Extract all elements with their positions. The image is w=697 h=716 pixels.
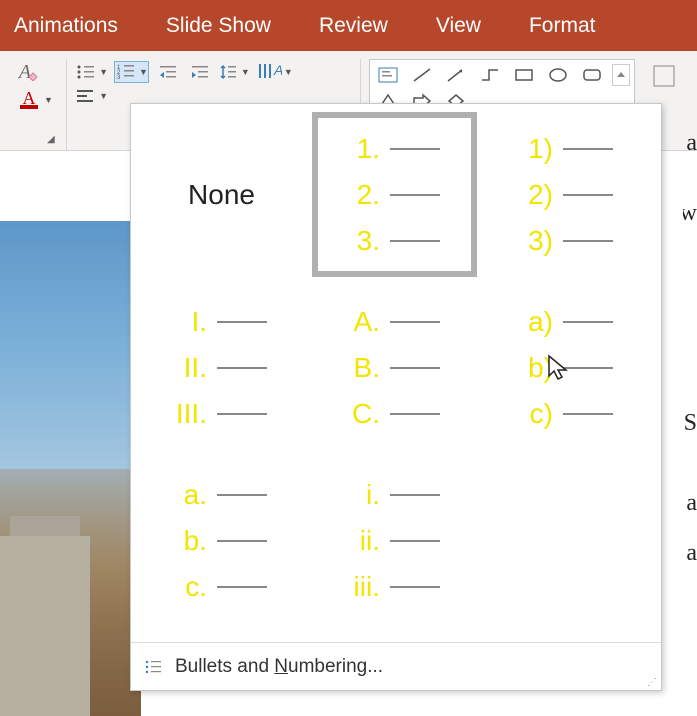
text-direction-button[interactable]: A ▼ bbox=[256, 61, 293, 83]
svg-text:3: 3 bbox=[117, 75, 121, 81]
slide-building-graphic bbox=[0, 536, 90, 716]
numbering-option-lower-alpha-paren[interactable]: a) b) c) bbox=[485, 285, 650, 450]
caret-down-icon: ▼ bbox=[241, 67, 250, 77]
bullets-icon bbox=[75, 62, 97, 82]
decrease-indent-icon bbox=[158, 63, 178, 81]
gallery-scroll-up[interactable] bbox=[612, 64, 630, 86]
quick-styles-button[interactable] bbox=[647, 59, 681, 93]
text-direction-icon: A bbox=[256, 61, 282, 83]
none-label: None bbox=[188, 179, 255, 211]
numbering-option-decimal-dot[interactable]: 1. 2. 3. bbox=[312, 112, 477, 277]
increase-indent-button[interactable] bbox=[187, 59, 213, 85]
slide-thumbnail bbox=[0, 221, 141, 716]
align-left-icon bbox=[75, 87, 97, 105]
text-box-shape[interactable] bbox=[374, 64, 402, 86]
numbering-option-upper-alpha[interactable]: A. B. C. bbox=[312, 285, 477, 450]
font-color-a-icon: A bbox=[23, 91, 36, 105]
caret-down-icon: ▼ bbox=[44, 95, 53, 105]
caret-down-icon: ▼ bbox=[139, 67, 148, 77]
rectangle-shape[interactable] bbox=[510, 64, 538, 86]
bullets-button[interactable]: ▼ bbox=[75, 62, 108, 82]
svg-text:A: A bbox=[273, 62, 282, 78]
bullets-numbering-icon bbox=[143, 658, 165, 676]
tab-animations[interactable]: Animations bbox=[10, 8, 122, 44]
eraser-icon bbox=[27, 69, 39, 81]
align-left-button[interactable]: ▼ bbox=[75, 87, 108, 105]
tab-view[interactable]: View bbox=[432, 8, 485, 44]
numbering-option-upper-roman[interactable]: I. II. III. bbox=[139, 285, 304, 450]
resize-handle-icon: ⋰ bbox=[647, 677, 657, 688]
clear-formatting-button[interactable]: A bbox=[16, 59, 42, 85]
font-color-button[interactable]: A ▼ bbox=[16, 87, 53, 113]
line-shape[interactable] bbox=[408, 64, 436, 86]
tab-format[interactable]: Format bbox=[525, 8, 600, 44]
numbering-option-blank bbox=[485, 458, 650, 623]
bullets-and-numbering-option[interactable]: Bullets and Numbering... ⋰ bbox=[131, 642, 661, 690]
line-spacing-button[interactable]: ▼ bbox=[219, 62, 250, 82]
line-arrow-shape[interactable] bbox=[442, 64, 470, 86]
numbering-icon: 123 bbox=[115, 62, 137, 82]
tab-slide-show[interactable]: Slide Show bbox=[162, 8, 275, 44]
font-dialog-launcher[interactable]: ◢ bbox=[47, 134, 61, 148]
numbering-option-lower-alpha[interactable]: a. b. c. bbox=[139, 458, 304, 623]
caret-down-icon: ▼ bbox=[284, 67, 293, 77]
numbering-button[interactable]: 123 ▼ bbox=[114, 61, 149, 83]
line-spacing-icon bbox=[219, 62, 239, 82]
decrease-indent-button[interactable] bbox=[155, 59, 181, 85]
numbering-option-lower-roman[interactable]: i. ii. iii. bbox=[312, 458, 477, 623]
tab-review[interactable]: Review bbox=[315, 8, 392, 44]
caret-down-icon: ▼ bbox=[99, 91, 108, 101]
numbering-dropdown: None 1. 2. 3. 1) 2) 3) I. II. III. A. B.… bbox=[130, 103, 662, 691]
numbering-option-none[interactable]: None bbox=[139, 112, 304, 277]
numbering-option-decimal-paren[interactable]: 1) 2) 3) bbox=[485, 112, 650, 277]
caret-down-icon: ▼ bbox=[99, 67, 108, 77]
oval-shape[interactable] bbox=[544, 64, 572, 86]
slide-text-peek: a w S a a e bbox=[683, 130, 697, 630]
rounded-rect-shape[interactable] bbox=[578, 64, 606, 86]
font-color-bar bbox=[20, 105, 38, 109]
footer-label: Bullets and Numbering... bbox=[175, 656, 383, 678]
increase-indent-icon bbox=[190, 63, 210, 81]
connector-shape[interactable] bbox=[476, 64, 504, 86]
